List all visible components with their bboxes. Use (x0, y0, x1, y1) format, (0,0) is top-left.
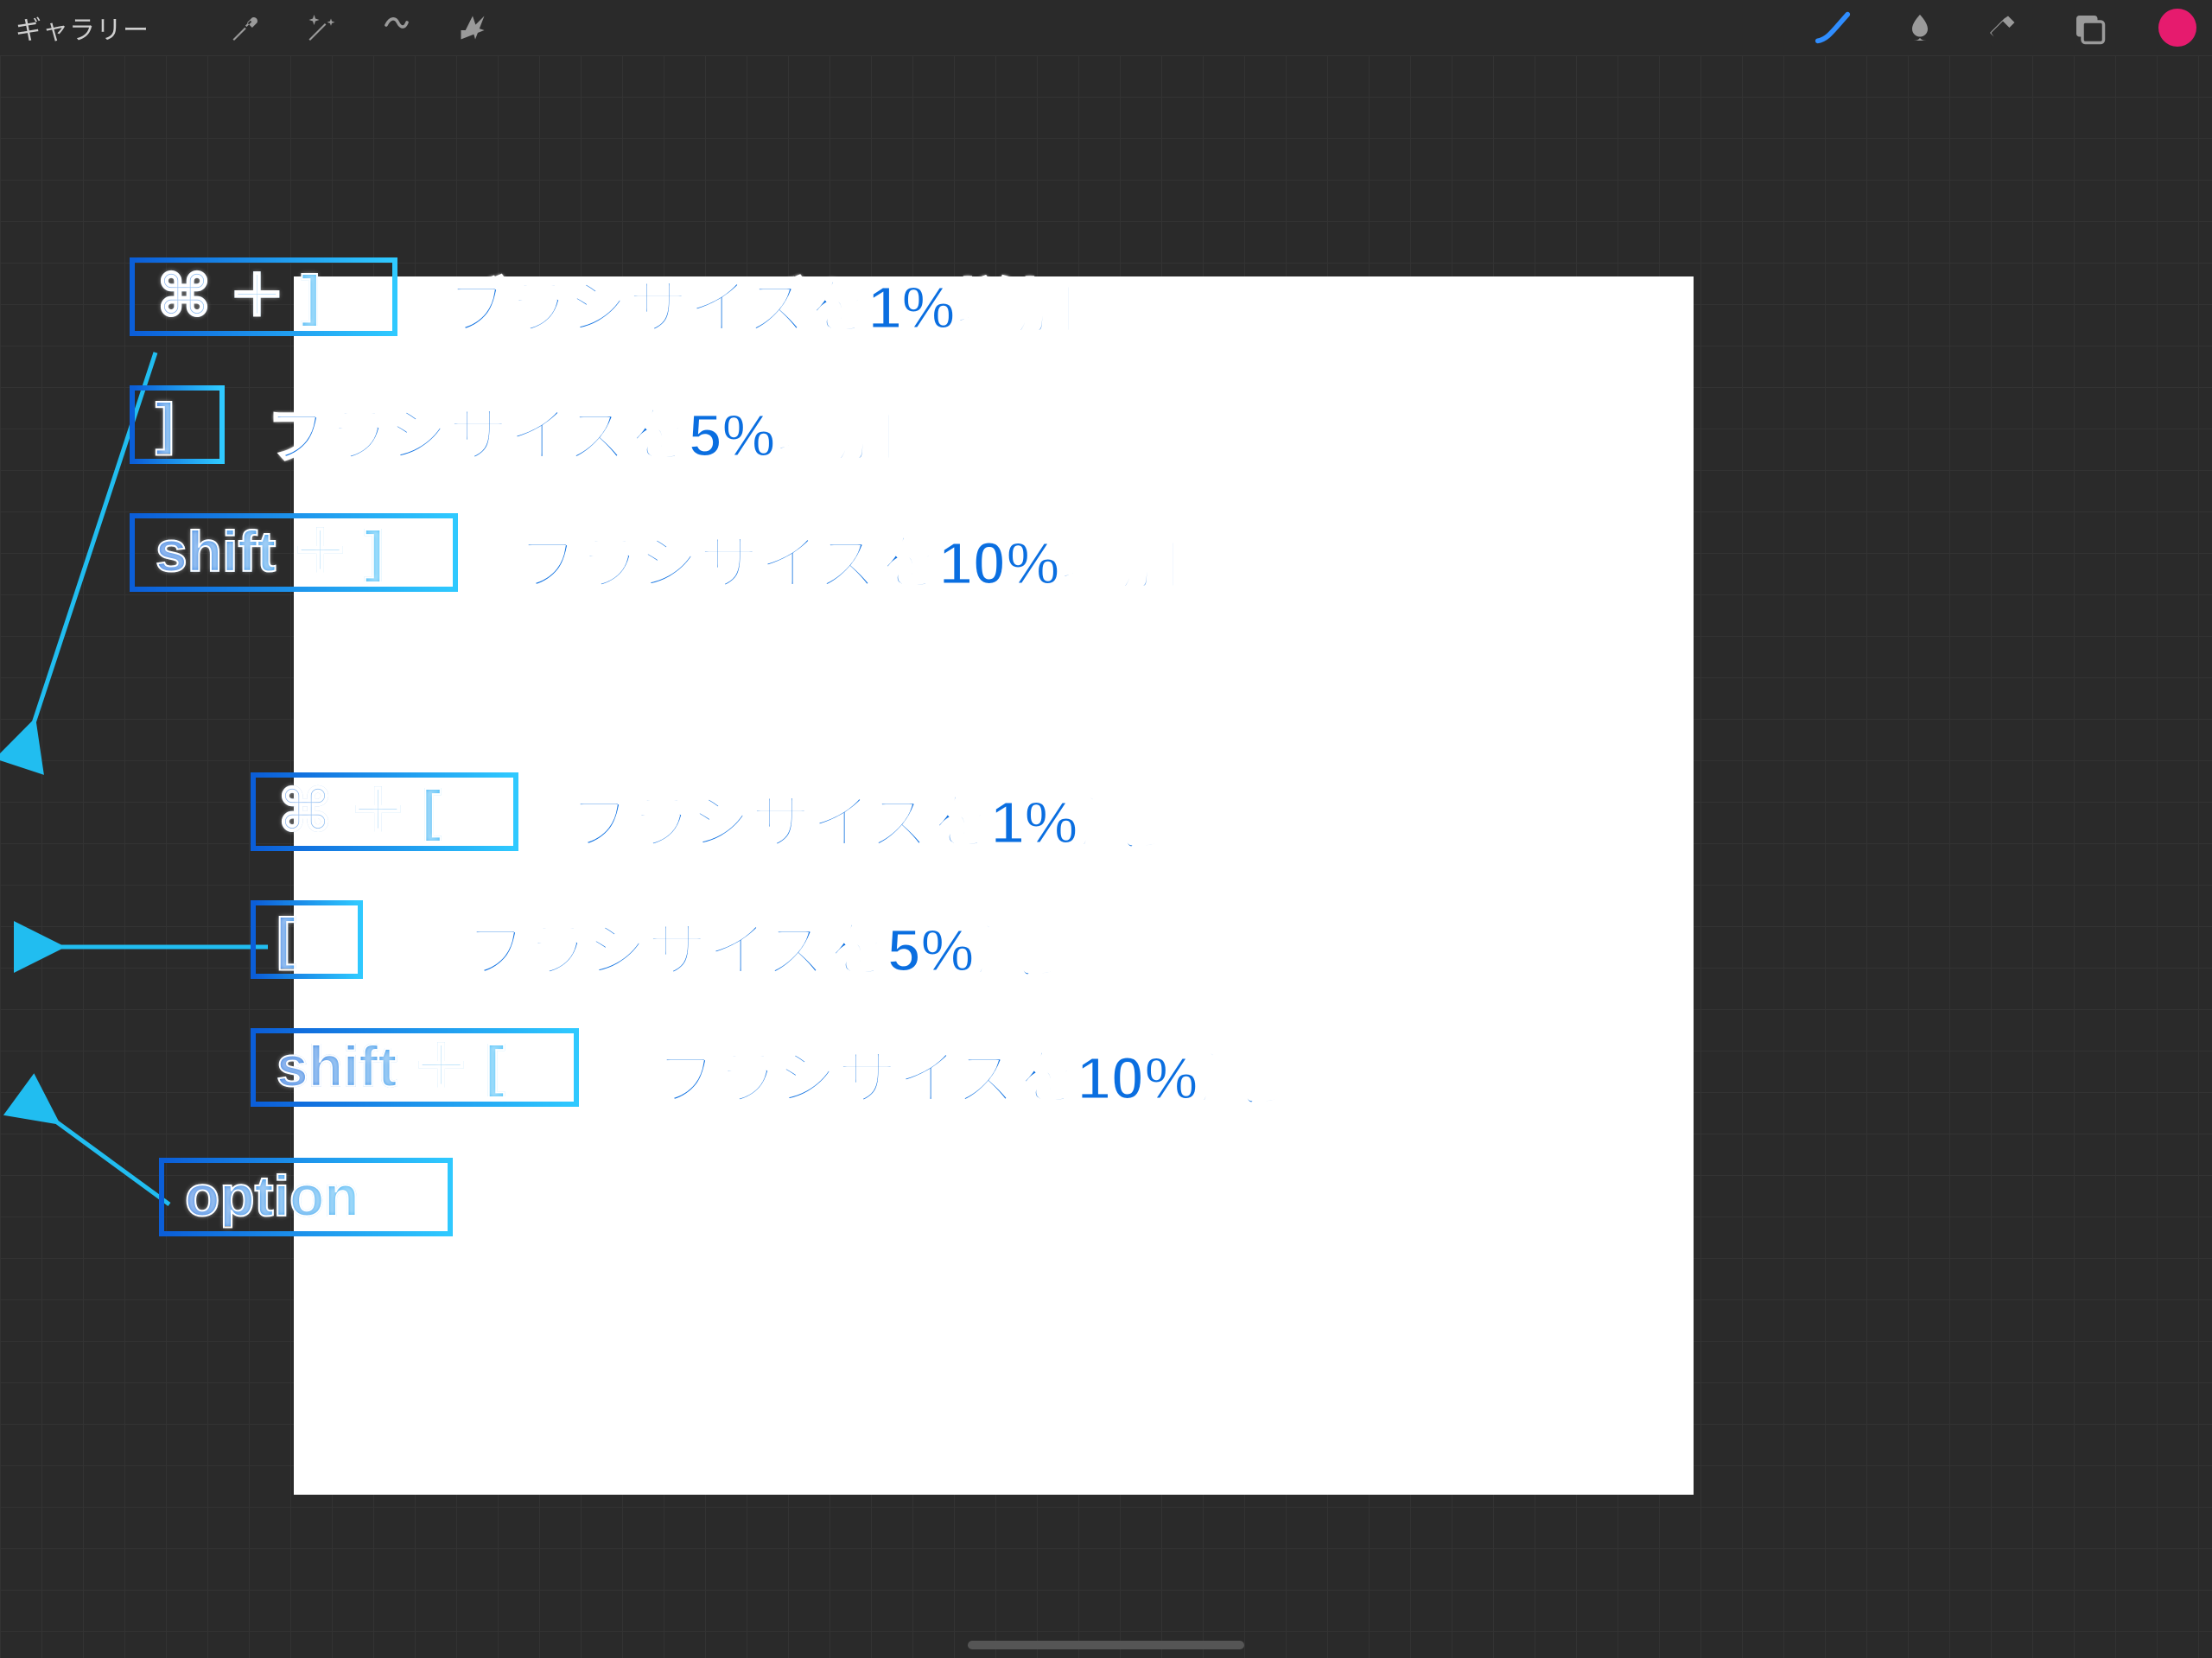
transform-icon[interactable] (457, 12, 488, 43)
home-indicator (968, 1641, 1244, 1649)
brush-icon[interactable] (1813, 8, 1853, 48)
top-toolbar: ギャラリー (0, 0, 2212, 55)
layers-icon[interactable] (2070, 10, 2107, 46)
selection-icon[interactable] (381, 12, 412, 43)
color-swatch[interactable] (2158, 9, 2196, 47)
artboard[interactable] (294, 276, 1694, 1495)
smudge-icon[interactable] (1904, 12, 1936, 43)
wand-icon[interactable] (305, 12, 336, 43)
eraser-icon[interactable] (1987, 12, 2018, 43)
wrench-icon[interactable] (229, 12, 260, 43)
gallery-button[interactable]: ギャラリー (16, 9, 149, 47)
